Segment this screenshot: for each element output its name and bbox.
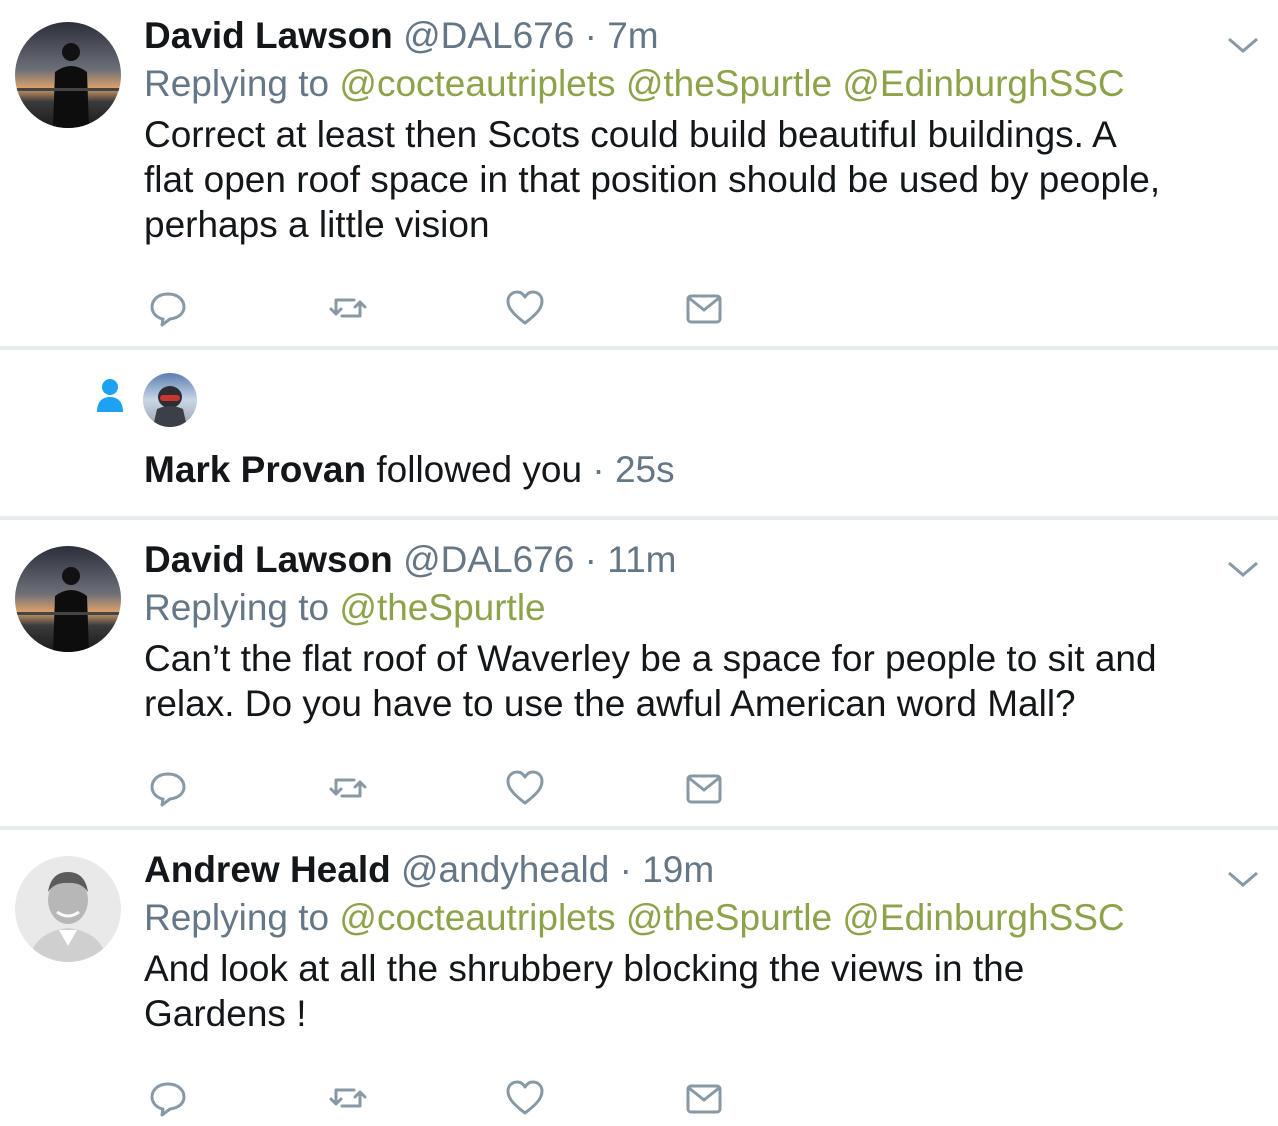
tweet-text-line: relax. Do you have to use the awful Amer… [144, 683, 1076, 724]
tweet-text: Correct at least then Scots could build … [144, 112, 1268, 247]
tweet-text: And look at all the shrubbery blocking t… [144, 946, 1268, 1036]
separator-dot: · [592, 449, 605, 490]
direct-message-icon[interactable] [684, 768, 724, 808]
like-icon[interactable] [505, 1078, 545, 1118]
mention-link[interactable]: @theSpurtle [339, 587, 545, 628]
avatar[interactable] [15, 856, 121, 962]
tweet-text-line: Can’t the flat roof of Waverley be a spa… [144, 638, 1157, 679]
notifications-feed: David Lawson @DAL676 · 7m Replying to @c… [0, 0, 1278, 1126]
avatar[interactable] [15, 546, 121, 652]
author-name[interactable]: Andrew Heald [144, 849, 391, 890]
tweet[interactable]: David Lawson @DAL676 · 11m Replying to @… [0, 520, 1278, 826]
tweet-actions [148, 768, 748, 808]
timestamp[interactable]: 11m [607, 539, 676, 580]
reply-context: Replying to @cocteautriplets @theSpurtle… [144, 58, 1268, 110]
tweet-text-line: And look at all the shrubbery blocking t… [144, 948, 1025, 989]
like-icon[interactable] [505, 288, 545, 328]
reply-context: Replying to @cocteautriplets @theSpurtle… [144, 892, 1268, 944]
author-name[interactable]: David Lawson [144, 15, 393, 56]
chevron-down-icon[interactable] [1226, 868, 1260, 890]
tweet-text-line: flat open roof space in that position sh… [144, 159, 1161, 200]
mention-link[interactable]: @theSpurtle [626, 63, 832, 104]
author-handle[interactable]: @DAL676 [403, 539, 574, 580]
tweet-text-line: perhaps a little vision [144, 204, 490, 245]
chevron-down-icon[interactable] [1226, 34, 1260, 56]
person-icon [97, 379, 123, 412]
mention-link[interactable]: @cocteautriplets [339, 897, 615, 938]
mention-link[interactable]: @EdinburghSSC [842, 897, 1124, 938]
mention-link[interactable]: @EdinburghSSC [842, 63, 1124, 104]
tweet-text-line: Correct at least then Scots could build … [144, 114, 1117, 155]
tweet[interactable]: Andrew Heald @andyheald · 19m Replying t… [0, 830, 1278, 1126]
replying-to-label: Replying to [144, 897, 330, 938]
separator-dot: · [619, 849, 632, 890]
retweet-icon[interactable] [328, 768, 368, 808]
retweet-icon[interactable] [328, 288, 368, 328]
follow-notification-text: Mark Provan followed you · 25s [144, 448, 675, 492]
direct-message-icon[interactable] [684, 288, 724, 328]
chevron-down-icon[interactable] [1226, 558, 1260, 580]
direct-message-icon[interactable] [684, 1078, 724, 1118]
tweet[interactable]: David Lawson @DAL676 · 7m Replying to @c… [0, 0, 1278, 346]
replying-to-label: Replying to [144, 587, 330, 628]
mention-link[interactable]: @theSpurtle [626, 897, 832, 938]
timestamp[interactable]: 19m [642, 849, 714, 890]
author-handle[interactable]: @andyheald [401, 849, 609, 890]
reply-icon[interactable] [148, 768, 188, 808]
reply-context: Replying to @theSpurtle [144, 582, 1268, 634]
tweet-actions [148, 288, 748, 328]
tweet-actions [148, 1078, 748, 1118]
retweet-icon[interactable] [328, 1078, 368, 1118]
reply-icon[interactable] [148, 1078, 188, 1118]
like-icon[interactable] [505, 768, 545, 808]
replying-to-label: Replying to [144, 63, 330, 104]
avatar[interactable] [15, 22, 121, 128]
follower-name[interactable]: Mark Provan [144, 449, 366, 490]
follow-action-text: followed you [376, 449, 583, 490]
separator-dot: · [584, 539, 597, 580]
tweet-text: Can’t the flat roof of Waverley be a spa… [144, 636, 1268, 726]
mention-link[interactable]: @cocteautriplets [339, 63, 615, 104]
timestamp[interactable]: 7m [607, 15, 658, 56]
separator-dot: · [584, 15, 597, 56]
author-name[interactable]: David Lawson [144, 539, 393, 580]
timestamp: 25s [614, 449, 675, 490]
author-handle[interactable]: @DAL676 [403, 15, 574, 56]
tweet-text-line: Gardens ! [144, 993, 307, 1034]
avatar[interactable] [143, 373, 197, 427]
reply-icon[interactable] [148, 288, 188, 328]
